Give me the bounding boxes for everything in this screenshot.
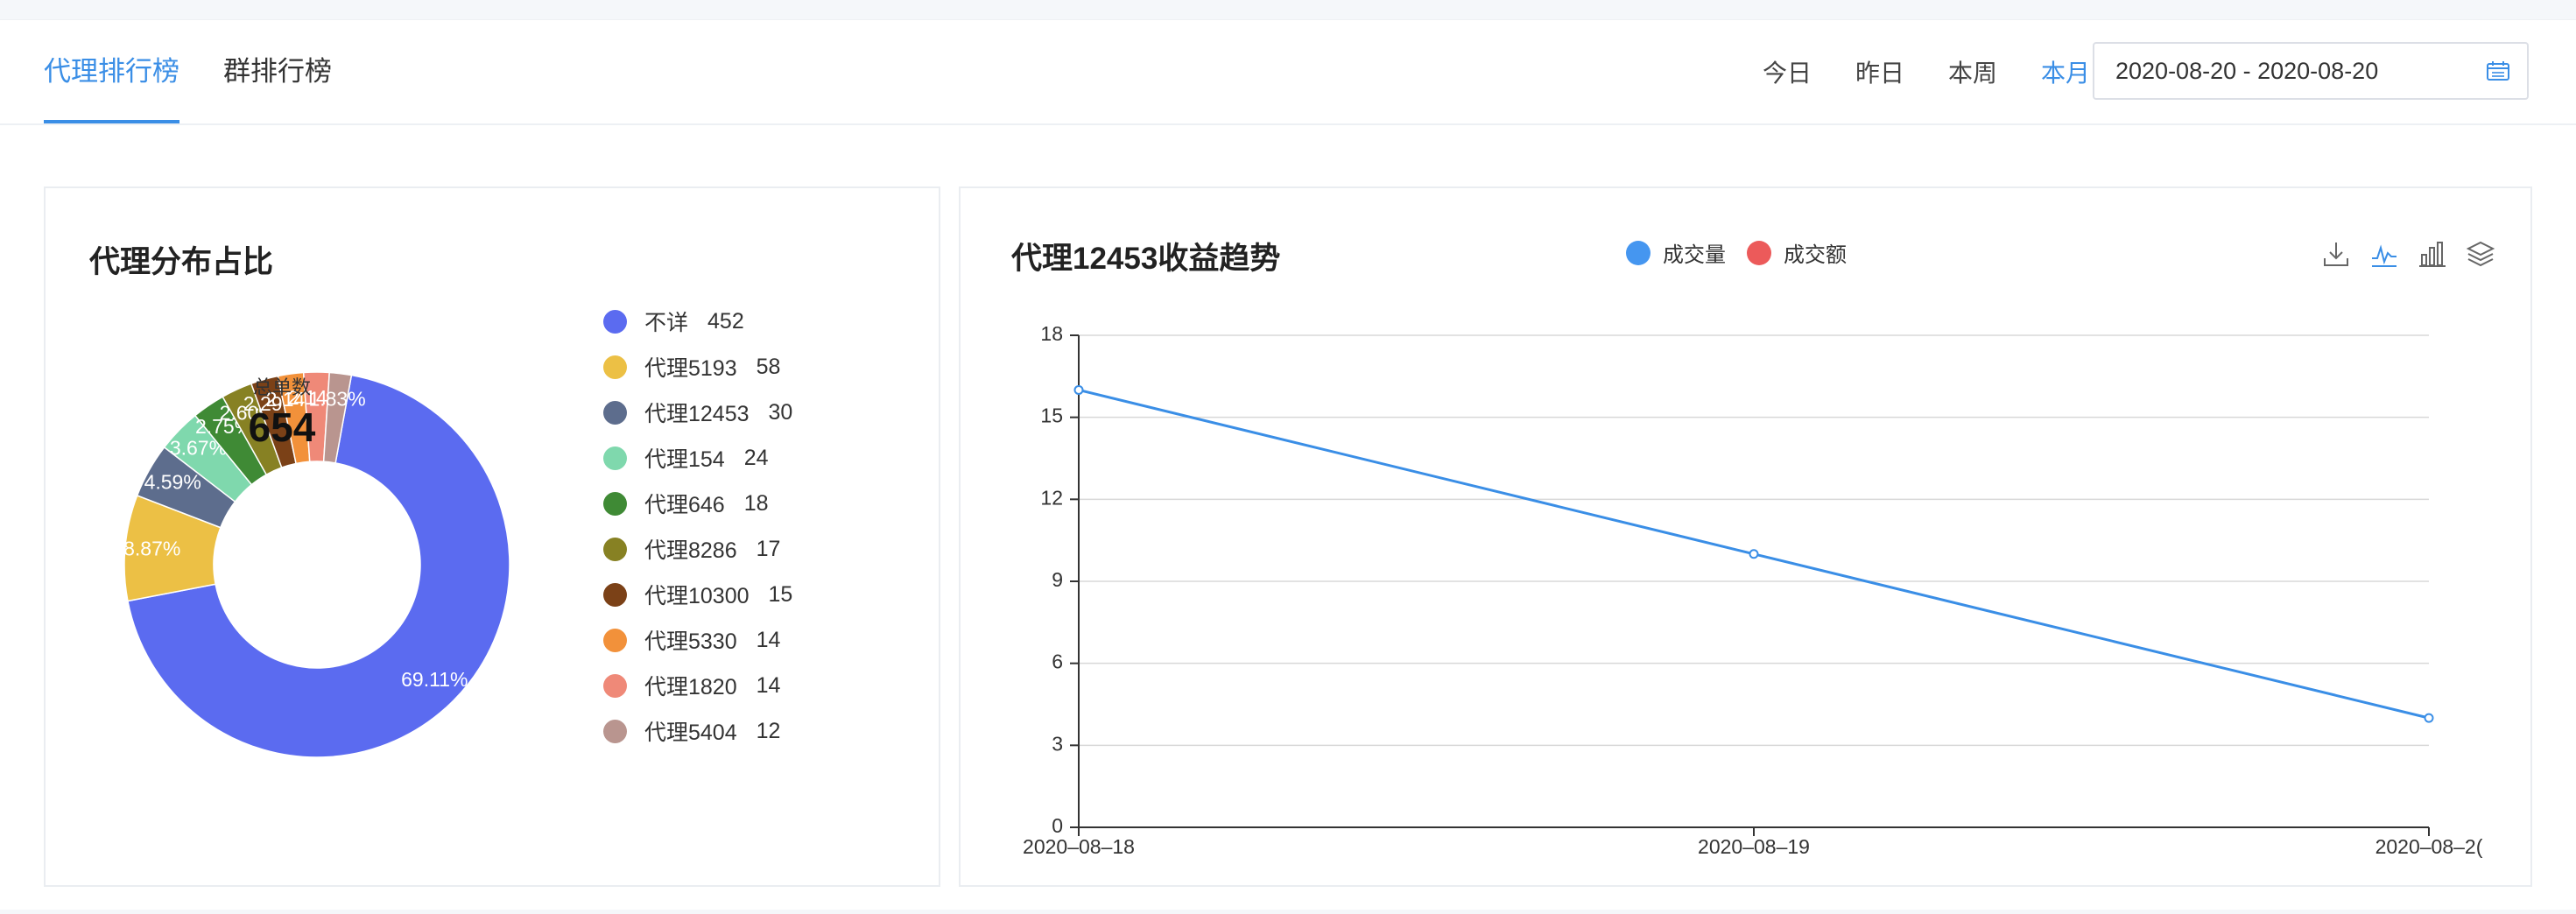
legend-name: 代理12453 [644,402,750,426]
legend-name: 代理154 [644,447,725,472]
legend-value: 18 [743,490,769,516]
legend-label: 成交额 [1784,243,1847,267]
revenue-trend-card: 0 3 6 9 12 15 18 2020–08–18 2020–08–19 2020–08–2(… [959,186,2532,887]
legend-name: 代理5193 [644,356,737,381]
legend-name: 代理646 [644,493,725,517]
pie-slice-label: 69.11% [401,668,468,691]
period-yesterday[interactable]: 昨日 [1855,54,1904,89]
period-this-month[interactable]: 本月 [2041,54,2090,89]
y-tick-label: 6 [1052,650,1063,673]
pie-legend: 不详 452 代理5193 58 代理12453 30 代理154 24 代理646 18… [603,299,792,754]
period-this-week[interactable]: 本周 [1948,54,1997,89]
legend-dot [603,446,627,470]
y-tick-label: 9 [1052,568,1063,591]
tab-group-ranking[interactable]: 群排行榜 [223,20,332,123]
stack-icon[interactable] [2466,239,2495,269]
agent-distribution-card: 代理分布占比 69.11% 8.87% 4.59% 3.67% 2.75% 2.60% 2.… [44,186,940,887]
x-tick-label: 2020–08–18 [1023,835,1135,858]
header-divider [0,123,2576,125]
tab-agent-ranking[interactable]: 代理排行榜 [44,20,179,123]
legend-dot [603,355,627,379]
legend-item[interactable]: 代理8286 17 [603,526,792,572]
period-today[interactable]: 今日 [1763,54,1812,89]
calendar-icon[interactable] [2487,61,2509,81]
legend-name: 代理8286 [644,538,737,563]
legend-label: 成交量 [1663,243,1726,267]
legend-dot [603,537,627,561]
y-tick-label: 12 [1040,486,1063,509]
data-point[interactable] [2424,713,2434,723]
pie-slice-label: 4.59% [144,471,201,494]
legend-value: 14 [756,672,781,698]
pie-slice-label: 8.87% [123,537,180,559]
y-tick-label: 15 [1040,404,1063,427]
donut-center-label: 总单数 [252,376,311,398]
y-tick-label: 3 [1052,732,1063,755]
data-point[interactable] [1749,549,1759,559]
legend-dot [1747,240,1771,265]
legend-entry-volume[interactable]: 成交量 [1626,237,1726,268]
y-tick-label: 0 [1052,814,1063,837]
download-icon[interactable] [2321,239,2351,269]
legend-value: 12 [756,718,781,743]
legend-item[interactable]: 不详 452 [603,299,792,344]
legend-dot [603,491,627,516]
period-selector: 今日 昨日 本周 本月 [1719,20,2090,123]
legend-item[interactable]: 代理154 24 [603,435,792,481]
legend-dot [603,309,627,334]
x-tick-label: 2020–08–2( [2375,835,2483,858]
ranking-tabs: 代理排行榜 群排行榜 [44,20,376,123]
legend-value: 58 [756,354,781,379]
chart-toolbox [2303,239,2495,269]
card-title: 代理12453收益趋势 [1011,242,1281,276]
card-title: 代理分布占比 [89,245,274,279]
bar-chart-icon[interactable] [2418,239,2447,269]
legend-item[interactable]: 代理10300 15 [603,572,792,617]
legend-dot [603,628,627,652]
y-tick-label: 18 [1040,322,1063,345]
x-tick-label: 2020–08–19 [1698,835,1810,858]
legend-name: 代理5404 [644,721,737,745]
legend-dot [603,719,627,743]
legend-dot [603,673,627,698]
legend-item[interactable]: 代理5193 58 [603,344,792,390]
legend-value: 17 [756,536,781,561]
legend-value: 24 [743,445,769,470]
legend-item[interactable]: 代理5404 12 [603,708,792,754]
line-chart-icon[interactable] [2369,239,2399,269]
legend-dot [1626,240,1650,265]
data-point[interactable] [1073,384,1084,395]
top-strip [0,0,2576,19]
legend-name: 代理5330 [644,629,737,654]
line-chart-legend: 成交量 成交额 [1626,237,1868,268]
legend-name: 代理1820 [644,675,737,700]
legend-dot [603,400,627,425]
donut-center: 总单数 654 [164,372,400,451]
legend-item[interactable]: 代理12453 30 [603,390,792,435]
legend-value: 452 [707,308,744,334]
legend-item[interactable]: 代理5330 14 [603,617,792,663]
legend-value: 30 [768,399,793,425]
legend-name: 代理10300 [644,584,750,608]
legend-dot [603,582,627,607]
legend-value: 15 [768,581,793,607]
donut-center-value: 654 [248,404,316,450]
legend-item[interactable]: 代理1820 14 [603,663,792,708]
page: 代理排行榜 群排行榜 今日 昨日 本周 本月 2020-08-20 - 2020… [0,0,2576,914]
line-chart: 0 3 6 9 12 15 18 2020–08–18 2020–08–19 2020–08–2( [1023,322,2483,858]
legend-name: 不详 [644,311,689,335]
date-range-picker[interactable]: 2020-08-20 - 2020-08-20 [2093,42,2529,100]
legend-item[interactable]: 代理646 18 [603,481,792,526]
date-range-value: 2020-08-20 - 2020-08-20 [2115,58,2379,84]
main-panel: 代理排行榜 群排行榜 今日 昨日 本周 本月 2020-08-20 - 2020… [0,19,2576,910]
legend-entry-amount[interactable]: 成交额 [1747,237,1847,268]
legend-value: 14 [756,627,781,652]
